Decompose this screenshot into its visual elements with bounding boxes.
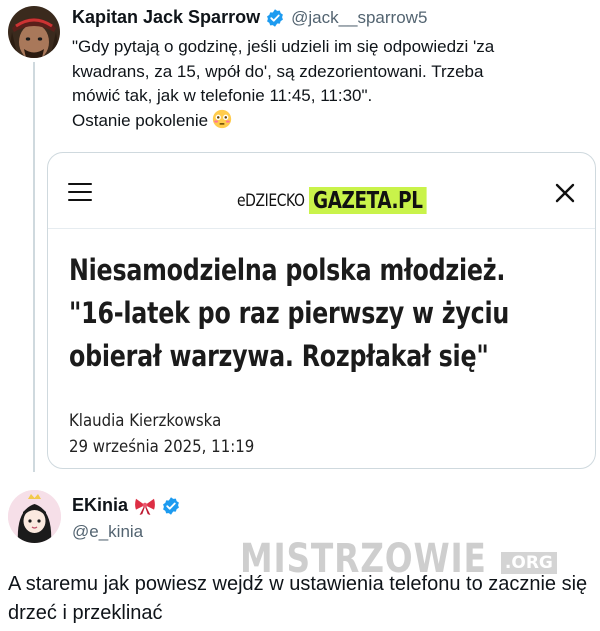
user-handle[interactable]: @jack__sparrow5 <box>291 8 427 28</box>
flushed-face-emoji-icon <box>212 109 232 128</box>
user-handle[interactable]: @e_kinia <box>72 522 143 542</box>
logo-gazeta-text: GAZETA.PL <box>309 187 427 214</box>
article-author: Klaudia Kierzkowska <box>69 411 222 431</box>
avatar[interactable] <box>8 6 60 58</box>
display-name[interactable]: Kapitan Jack Sparrow <box>72 7 260 28</box>
link-preview-card[interactable]: eDZIECKO GAZETA.PL Niesamodzielna polska… <box>47 152 596 469</box>
site-logo: eDZIECKO GAZETA.PL <box>237 170 456 214</box>
tweet-ekinia: EKinia @e_kinia MISTRZOWIE .ORG A starem… <box>0 484 600 631</box>
girl-avatar-image <box>8 490 61 543</box>
tweet-jack-sparrow: Kapitan Jack Sparrow @jack__sparrow5 "Gd… <box>0 0 600 480</box>
display-name[interactable]: EKinia <box>72 495 128 516</box>
avatar[interactable] <box>8 490 61 543</box>
article-headline[interactable]: Niesamodzielna polska młodzież. "16-late… <box>69 249 528 378</box>
ribbon-bow-icon <box>135 498 155 515</box>
tweet-text-content: "Gdy pytają o godzinę, jeśli udzieli im … <box>72 37 495 130</box>
article-date: 29 września 2025, 11:19 <box>69 437 255 457</box>
verified-badge-icon <box>267 8 283 27</box>
close-icon[interactable] <box>553 181 577 205</box>
logo-edziecko-text: eDZIECKO <box>237 191 305 211</box>
card-header-divider <box>48 228 595 229</box>
verified-badge-icon <box>163 496 179 515</box>
tweet-text: A staremu jak powiesz wejdź w ustawienia… <box>8 573 588 624</box>
pirate-avatar-image <box>8 6 60 58</box>
hamburger-menu-icon[interactable] <box>68 183 92 201</box>
tweet-text: "Gdy pytają o godzinę, jeśli udzieli im … <box>72 35 572 133</box>
